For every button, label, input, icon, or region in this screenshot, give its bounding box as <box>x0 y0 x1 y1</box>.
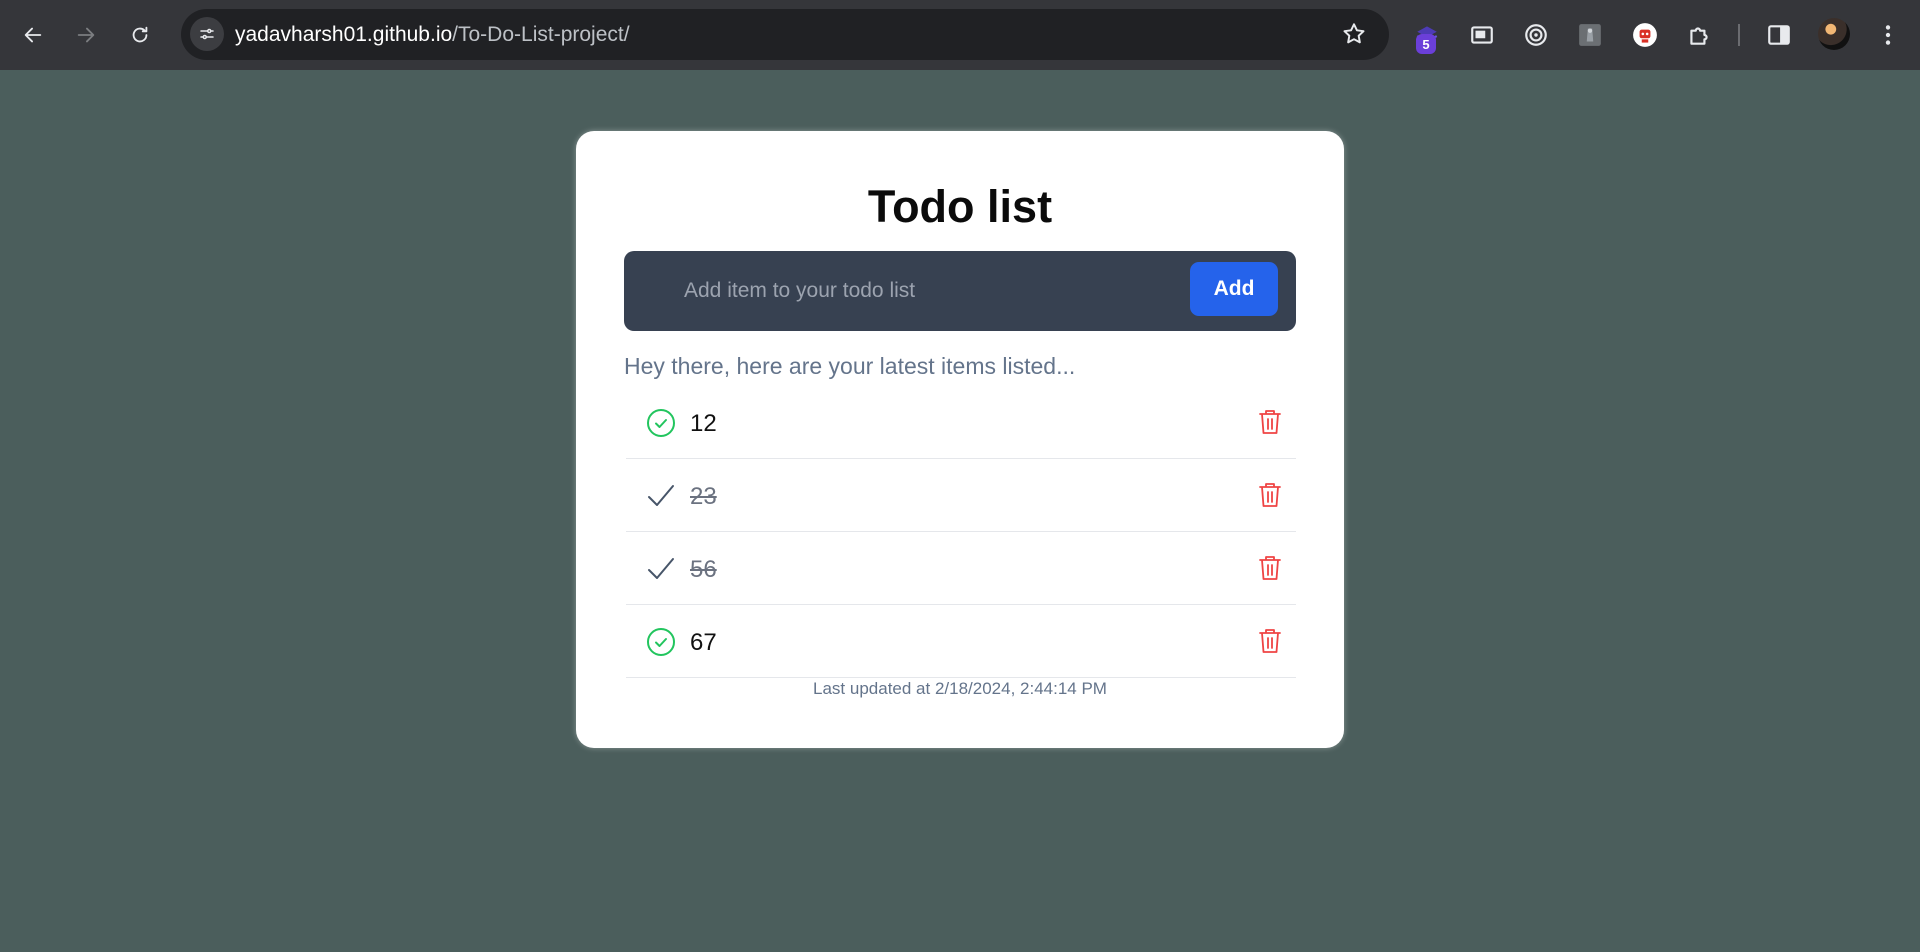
forward-button[interactable] <box>68 17 104 53</box>
red-circle-extension-button[interactable] <box>1630 20 1660 50</box>
todo-item-text: 67 <box>690 629 717 656</box>
lighthouse-extension-button[interactable] <box>1575 20 1605 50</box>
browser-menu-button[interactable] <box>1873 20 1903 50</box>
check-circle-icon[interactable] <box>645 626 677 658</box>
trash-icon[interactable] <box>1258 627 1282 655</box>
arrow-left-icon <box>24 27 42 43</box>
site-info-button[interactable] <box>190 17 224 51</box>
trash-icon[interactable] <box>1258 408 1282 436</box>
todo-item: 67 <box>626 605 1296 678</box>
reload-button[interactable] <box>122 17 158 53</box>
picture-in-picture-button[interactable] <box>1467 20 1497 50</box>
trash-icon[interactable] <box>1258 554 1282 582</box>
check-icon[interactable] <box>645 553 677 585</box>
todo-item: 12 <box>626 386 1296 459</box>
puzzle-icon <box>1690 27 1708 45</box>
robot-icon <box>1633 23 1657 47</box>
side-panel-button[interactable] <box>1764 20 1794 50</box>
trash-icon[interactable] <box>1258 481 1282 509</box>
url-host: yadavharsh01.github.io <box>235 23 453 46</box>
extension-badge: 5 <box>1416 34 1436 54</box>
target-icon <box>1525 24 1547 46</box>
todo-input[interactable] <box>684 269 1184 313</box>
add-button[interactable]: Add <box>1190 262 1278 316</box>
browser-toolbar: yadavharsh01.github.io/To-Do-List-projec… <box>0 0 1920 70</box>
lighthouse-icon <box>1579 24 1601 46</box>
todo-list: 12 23 56 67 <box>626 386 1296 678</box>
url-text: yadavharsh01.github.io/To-Do-List-projec… <box>235 23 630 47</box>
profile-avatar[interactable] <box>1818 18 1850 50</box>
todo-card: Todo list Add Hey there, here are your l… <box>576 131 1344 748</box>
last-updated-text: Last updated at 2/18/2024, 2:44:14 PM <box>813 679 1107 698</box>
more-vert-icon <box>1885 25 1891 45</box>
extensions-menu-button[interactable] <box>1684 20 1714 50</box>
todo-item-text: 23 <box>690 483 717 510</box>
back-button[interactable] <box>15 17 51 53</box>
target-extension-button[interactable] <box>1521 20 1551 50</box>
check-circle-icon[interactable] <box>645 407 677 439</box>
todo-item: 23 <box>626 459 1296 532</box>
picture-in-picture-icon <box>1471 26 1493 44</box>
tune-icon <box>200 28 214 40</box>
address-bar[interactable]: yadavharsh01.github.io/To-Do-List-projec… <box>181 9 1389 60</box>
todo-item-text: 12 <box>690 410 717 437</box>
page-title: Todo list <box>867 181 1053 232</box>
check-icon[interactable] <box>645 480 677 512</box>
side-panel-icon <box>1768 25 1790 45</box>
add-item-bar: Add <box>624 251 1296 331</box>
greeting-text: Hey there, here are your latest items li… <box>624 353 1076 379</box>
todo-item-text: 56 <box>690 556 717 583</box>
reload-icon <box>132 26 148 43</box>
bookmark-star-icon[interactable] <box>1341 21 1367 47</box>
arrow-right-icon <box>77 27 95 43</box>
url-path: /To-Do-List-project/ <box>452 23 630 46</box>
todo-item: 56 <box>626 532 1296 605</box>
toolbar-divider <box>1738 24 1740 46</box>
